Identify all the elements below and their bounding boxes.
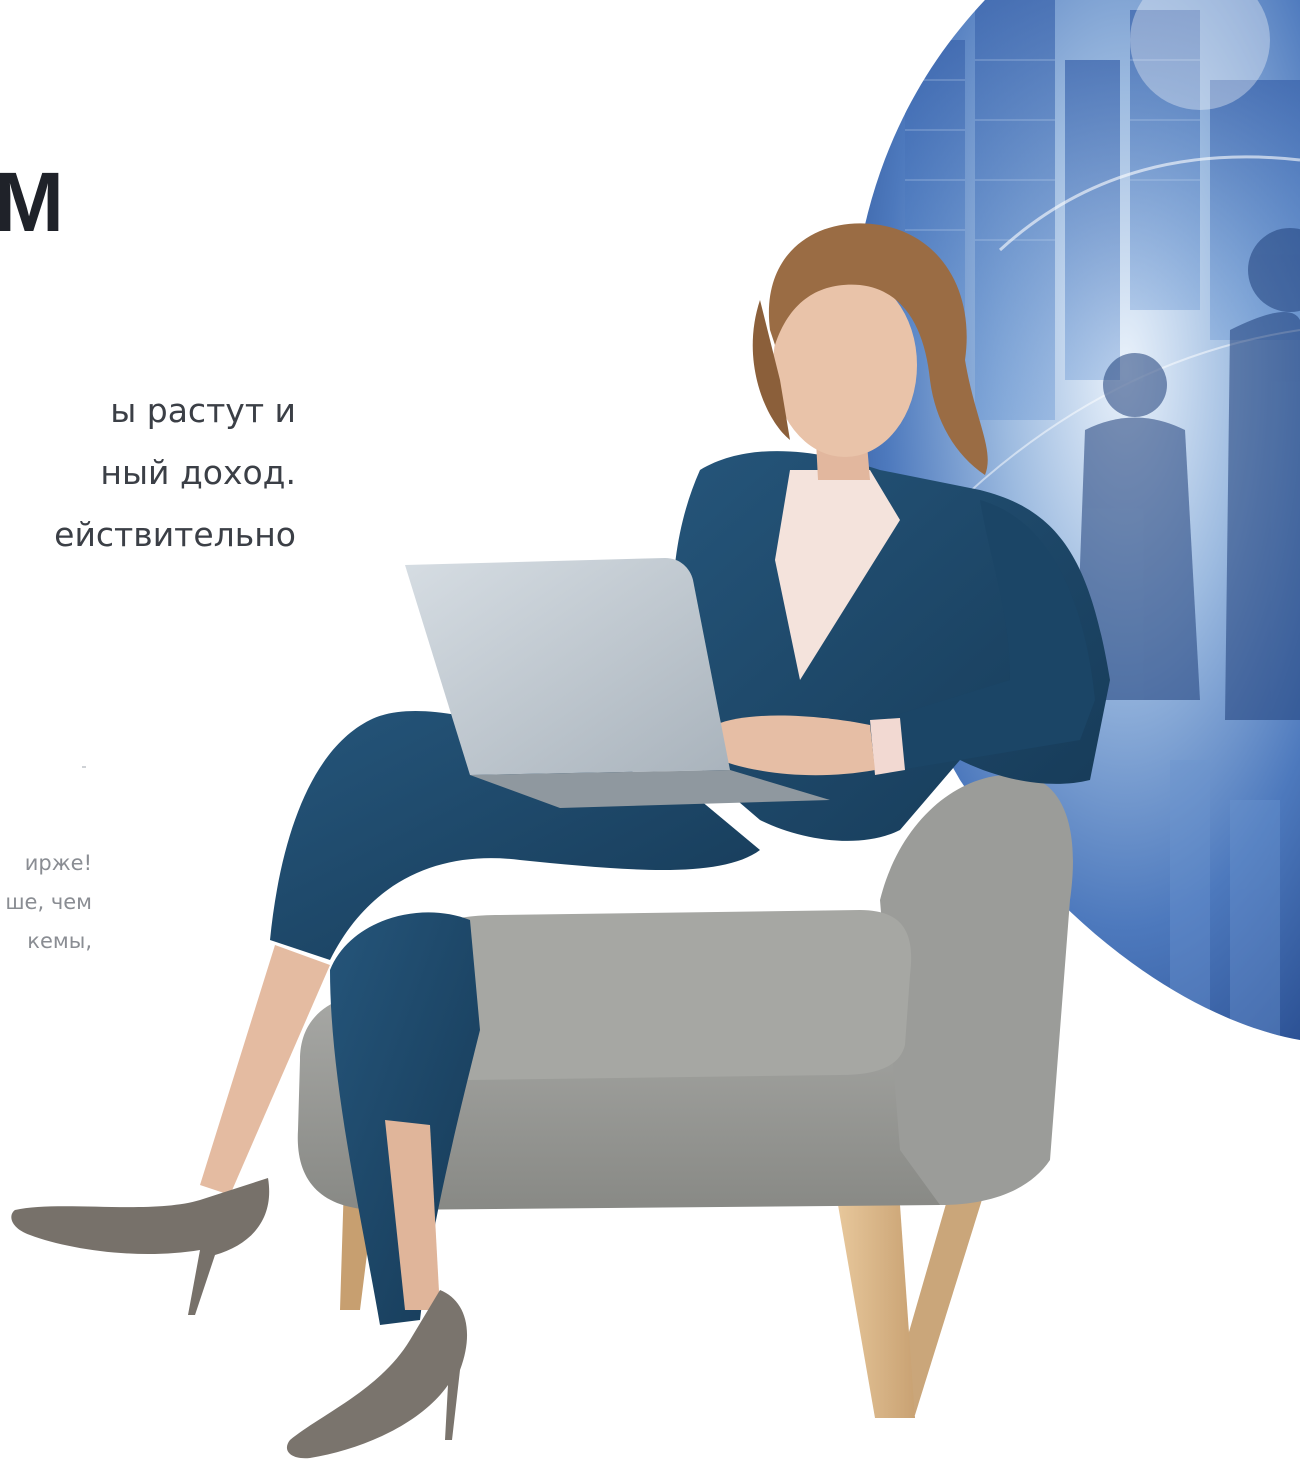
hero-illustration: [11, 0, 1300, 1459]
